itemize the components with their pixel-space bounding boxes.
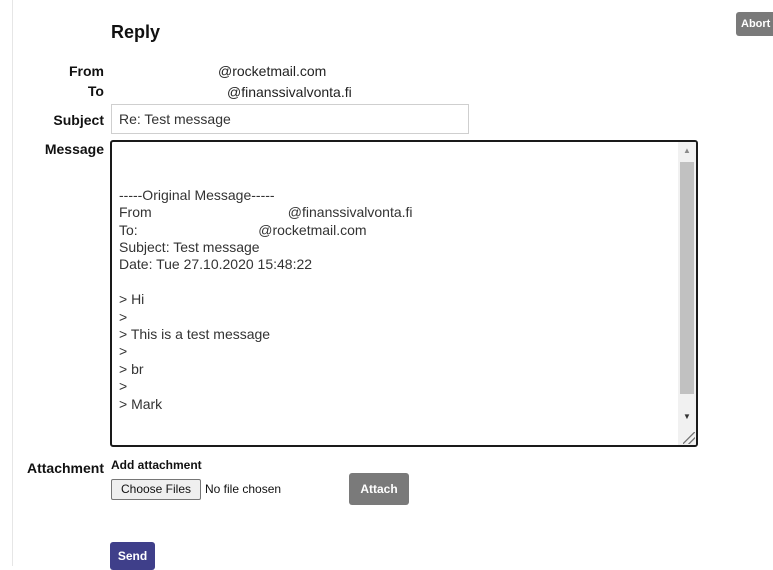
no-file-chosen-text: No file chosen: [205, 482, 282, 496]
subject-label: Subject: [53, 112, 104, 128]
scroll-thumb[interactable]: [680, 162, 694, 394]
from-label: From: [69, 63, 104, 79]
page-title: Reply: [111, 22, 161, 42]
subject-input[interactable]: [111, 104, 469, 134]
to-label: To: [87, 83, 104, 99]
resize-handle-icon[interactable]: [683, 432, 695, 444]
abort-button[interactable]: Abort: [736, 12, 773, 36]
left-divider: [12, 0, 13, 566]
scroll-down-arrow-icon[interactable]: ▼: [678, 408, 696, 426]
message-scrollbar[interactable]: ▲ ▼: [678, 142, 696, 445]
from-value: @rocketmail.com: [218, 63, 327, 79]
message-body[interactable]: -----Original Message----- From @finanss…: [119, 152, 413, 413]
message-label: Message: [44, 141, 104, 157]
attach-button[interactable]: Attach: [349, 473, 409, 505]
choose-files-button[interactable]: Choose Files: [111, 479, 201, 500]
message-textarea[interactable]: -----Original Message----- From @finanss…: [110, 140, 698, 447]
add-attachment-label: Add attachment: [111, 458, 202, 472]
attachment-label: Attachment: [26, 460, 104, 476]
to-value: @finanssivalvonta.fi: [227, 84, 352, 100]
scroll-up-arrow-icon[interactable]: ▲: [678, 142, 696, 160]
